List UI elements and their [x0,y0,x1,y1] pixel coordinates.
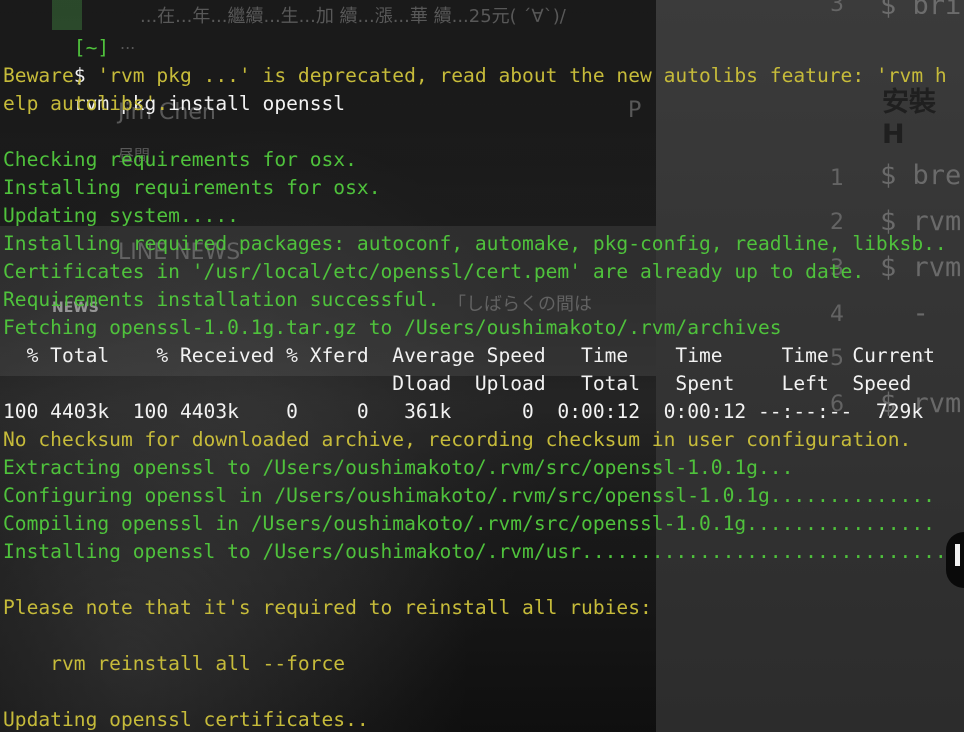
output-certificates: Certificates in '/usr/local/etc/openssl/… [3,260,865,283]
output-deprecation-warning-1: Beware, 'rvm pkg ...' is deprecated, rea… [3,64,947,87]
output-curl-header-1: % Total % Received % Xferd Average Speed… [3,344,935,367]
output-installing-packages: Installing required packages: autoconf, … [3,232,947,255]
output-updating-system: Updating system..... [3,204,239,227]
output-deprecation-warning-2: elp autolibs'. [3,92,169,115]
output-no-checksum: No checksum for downloaded archive, reco… [3,428,912,451]
output-requirements-success: Requirements installation successful. [3,288,440,311]
output-installing-openssl: Installing openssl to /Users/oushimakoto… [3,540,947,563]
output-reinstall-note: Please note that it's required to reinst… [3,596,652,619]
output-compiling: Compiling openssl in /Users/oushimakoto/… [3,512,935,535]
terminal-cursor [955,544,960,566]
output-extracting: Extracting openssl to /Users/oushimakoto… [3,456,794,479]
output-checking-requirements: Checking requirements for osx. [3,148,357,171]
output-fetching-archive: Fetching openssl-1.0.1g.tar.gz to /Users… [3,316,782,339]
terminal-window[interactable]: [~] $ rvm pkg install openssl Beware, 'r… [0,0,964,732]
output-configuring: Configuring openssl in /Users/oushimakot… [3,484,935,507]
prompt-path: [~] [73,36,110,59]
terminal-prompt-line: [~] $ rvm pkg install openssl [3,6,345,115]
output-curl-progress: 100 4403k 100 4403k 0 0 361k 0 0:00:12 0… [3,400,924,423]
desktop-screen: ...在...年...繼續...生...加 續...漲...華 續...25元(… [0,0,964,732]
output-curl-header-2: Dload Upload Total Spent Left Speed [3,372,912,395]
output-reinstall-command: rvm reinstall all --force [3,652,346,675]
output-updating-certificates: Updating openssl certificates.. [3,708,369,731]
output-installing-requirements: Installing requirements for osx. [3,176,381,199]
